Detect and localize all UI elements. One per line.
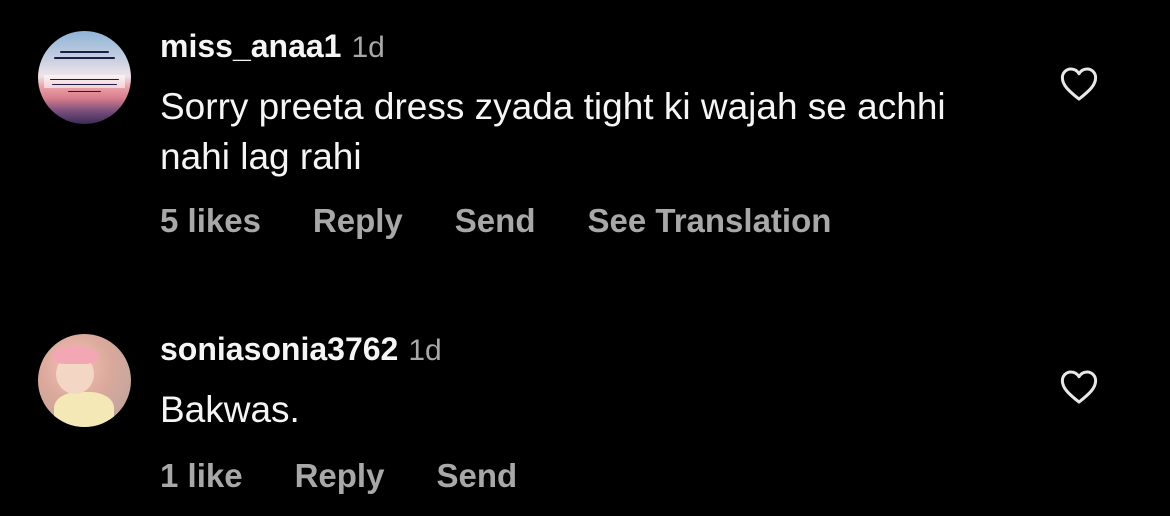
heart-outline-icon[interactable] (1060, 369, 1098, 405)
avatar-calligraphy (54, 57, 115, 59)
likes-count[interactable]: 1 like (160, 457, 243, 495)
timestamp: 1d (351, 31, 385, 64)
send-button[interactable]: Send (455, 202, 536, 240)
reply-button[interactable]: Reply (295, 457, 385, 495)
comment-actions: 1 like Reply Send (160, 457, 569, 495)
comment: soniasonia3762 1d Bakwas. 1 like Reply S… (0, 300, 1170, 516)
avatar-calligraphy (68, 91, 101, 92)
send-button[interactable]: Send (436, 457, 517, 495)
username[interactable]: miss_anaa1 (160, 28, 341, 65)
timestamp: 1d (408, 334, 442, 367)
comment-header: miss_anaa1 1d (160, 28, 385, 68)
heart-outline-icon[interactable] (1060, 66, 1098, 102)
avatar-shirt (54, 392, 114, 427)
username[interactable]: soniasonia3762 (160, 331, 398, 368)
comment-header: soniasonia3762 1d (160, 331, 442, 371)
avatar[interactable] (38, 31, 131, 124)
see-translation-button[interactable]: See Translation (587, 202, 831, 240)
avatar-calligraphy (52, 84, 117, 85)
comment-actions: 5 likes Reply Send See Translation (160, 202, 883, 240)
avatar[interactable] (38, 334, 131, 427)
avatar-hat (52, 346, 98, 364)
avatar-calligraphy (50, 79, 119, 80)
avatar-calligraphy (60, 51, 109, 53)
comment: miss_anaa1 1d Sorry preeta dress zyada t… (0, 0, 1170, 300)
comment-text: Sorry preeta dress zyada tight ki wajah … (160, 86, 946, 177)
likes-count[interactable]: 5 likes (160, 202, 261, 240)
avatar-text-band (44, 75, 125, 88)
comment-text: Bakwas. (160, 389, 300, 430)
reply-button[interactable]: Reply (313, 202, 403, 240)
